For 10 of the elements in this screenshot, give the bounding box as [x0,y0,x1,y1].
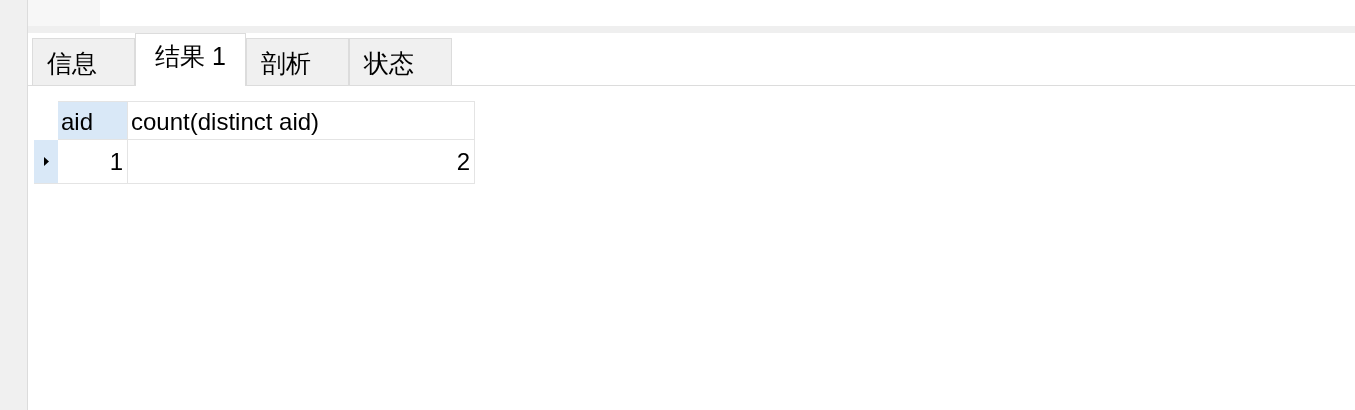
tab[interactable]: 状态 [348,38,452,85]
row-indicator[interactable] [34,140,58,184]
triangle-icon [43,157,49,166]
table-cell: 1 [58,140,128,184]
column-header[interactable]: aid [58,101,128,140]
tab[interactable]: 剖析 [245,38,349,85]
table-cell: 2 [128,140,475,184]
tab[interactable]: 信息 [32,38,135,85]
column-header[interactable]: count(distinct aid) [128,101,475,140]
tab[interactable]: 结果 1 [135,33,246,86]
